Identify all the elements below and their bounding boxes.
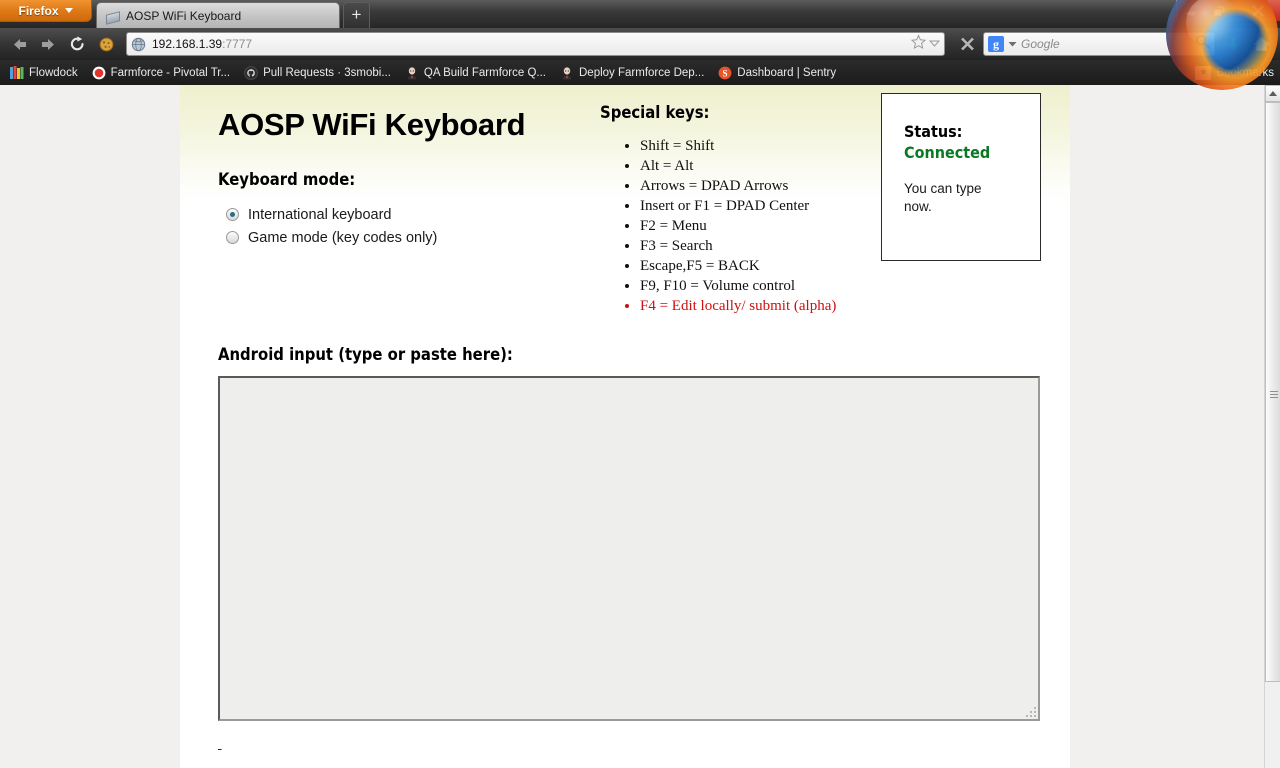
jenkins-icon	[560, 66, 574, 80]
android-input-wrapper	[218, 376, 1040, 721]
footer-links	[218, 735, 1040, 751]
status-badge: Connected	[904, 142, 1040, 164]
title-bar: Firefox AOSP WiFi Keyboard +	[0, 0, 1280, 28]
url-bar[interactable]: 192.168.1.39:7777	[126, 32, 945, 56]
star-icon[interactable]	[910, 34, 927, 55]
jenkins-icon	[405, 66, 419, 80]
search-icon[interactable]	[1195, 34, 1210, 54]
bookmark-item[interactable]: Farmforce - Pivotal Tr...	[86, 64, 237, 82]
minimize-button[interactable]	[1176, 0, 1205, 21]
bookmarks-toolbar: Flowdock Farmforce - Pivotal Tr... Pull …	[0, 60, 1280, 85]
scroll-up-button[interactable]	[1265, 85, 1280, 102]
status-label: Status:	[904, 122, 1040, 142]
list-item: Insert or F1 = DPAD Center	[640, 196, 920, 216]
bookmark-item[interactable]: Flowdock	[4, 64, 84, 82]
bookmark-item[interactable]: Pull Requests · 3smobi...	[238, 64, 397, 82]
page-content: AOSP WiFi Keyboard Keyboard mode: Intern…	[180, 85, 1070, 768]
back-arrow-icon[interactable]	[6, 31, 32, 57]
bookmark-item[interactable]: Deploy Farmforce Dep...	[554, 64, 710, 82]
star-icon: ★	[1195, 66, 1211, 80]
google-icon: g	[988, 36, 1004, 52]
page-title: AOSP WiFi Keyboard	[218, 107, 525, 143]
bookmarks-menu-button[interactable]: ★ Bookmarks	[1195, 66, 1276, 80]
list-item: F9, F10 = Volume control	[640, 276, 920, 296]
flowdock-icon	[10, 66, 24, 80]
list-item: Arrows = DPAD Arrows	[640, 176, 920, 196]
url-port: :7777	[222, 37, 252, 51]
toolbar-tail	[1218, 31, 1274, 57]
special-keys-list: Shift = Shift Alt = Alt Arrows = DPAD Ar…	[640, 136, 920, 316]
url-host: 192.168.1.39	[152, 37, 222, 51]
special-keys-section: Special keys: Shift = Shift Alt = Alt Ar…	[600, 103, 920, 316]
new-tab-button[interactable]: +	[343, 2, 370, 28]
chevron-down-icon[interactable]	[1008, 35, 1017, 53]
firefox-menu-button[interactable]: Firefox	[0, 0, 92, 22]
chevron-down-icon[interactable]	[929, 35, 940, 53]
chevron-up-icon	[1269, 91, 1277, 96]
bookmarks-menu-label: Bookmarks	[1216, 67, 1274, 79]
list-item: Alt = Alt	[640, 156, 920, 176]
footer-link[interactable]	[218, 737, 222, 751]
home-icon[interactable]	[1248, 31, 1274, 57]
android-input-textarea[interactable]	[218, 376, 1040, 721]
list-item: F2 = Menu	[640, 216, 920, 236]
list-item: Shift = Shift	[640, 136, 920, 156]
close-button[interactable]	[1234, 0, 1280, 21]
download-arrow-icon[interactable]	[1220, 31, 1246, 57]
url-bar-actions	[910, 34, 940, 55]
radio-game-mode[interactable]: Game mode (key codes only)	[226, 226, 437, 249]
bookmark-item[interactable]: S Dashboard | Sentry	[712, 64, 842, 82]
page-viewport: AOSP WiFi Keyboard Keyboard mode: Intern…	[0, 85, 1280, 768]
navigation-toolbar: 192.168.1.39:7777 g Google	[0, 28, 1280, 60]
special-keys-heading: Special keys:	[600, 103, 920, 122]
restore-button[interactable]	[1205, 0, 1234, 21]
globe-icon	[131, 37, 146, 52]
scrollbar-thumb[interactable]	[1265, 102, 1280, 682]
search-input[interactable]: Google	[1021, 37, 1191, 51]
svg-text:S: S	[723, 68, 728, 78]
forward-arrow-icon[interactable]	[35, 31, 61, 57]
list-item: Escape,F5 = BACK	[640, 256, 920, 276]
android-input-label: Android input (type or paste here):	[218, 345, 513, 364]
url-text: 192.168.1.39:7777	[152, 37, 252, 51]
bookmark-label: QA Build Farmforce Q...	[424, 67, 546, 79]
list-item: F3 = Search	[640, 236, 920, 256]
pivotal-tracker-icon	[92, 66, 106, 80]
keyboard-mode-options: International keyboard Game mode (key co…	[226, 203, 437, 249]
vertical-scrollbar[interactable]	[1264, 85, 1280, 768]
browser-window: Firefox AOSP WiFi Keyboard +	[0, 0, 1280, 768]
bookmark-label: Farmforce - Pivotal Tr...	[111, 67, 231, 79]
radio-button-icon[interactable]	[226, 231, 239, 244]
radio-international-keyboard[interactable]: International keyboard	[226, 203, 437, 226]
github-icon	[244, 66, 258, 80]
stop-icon[interactable]	[954, 31, 980, 57]
bookmark-label: Pull Requests · 3smobi...	[263, 67, 391, 79]
cookie-icon[interactable]	[93, 31, 119, 57]
bookmark-item[interactable]: QA Build Farmforce Q...	[399, 64, 552, 82]
scrollbar-grip-icon	[1270, 391, 1278, 400]
bookmark-label: Dashboard | Sentry	[737, 67, 836, 79]
sentry-icon: S	[718, 66, 732, 80]
tab-title: AOSP WiFi Keyboard	[126, 9, 241, 23]
chevron-down-icon	[65, 8, 73, 13]
bookmark-label: Deploy Farmforce Dep...	[579, 67, 704, 79]
firefox-menu-label: Firefox	[18, 4, 58, 18]
bookmark-label: Flowdock	[29, 67, 78, 79]
reload-icon[interactable]	[64, 31, 90, 57]
radio-button-icon[interactable]	[226, 208, 239, 221]
keyboard-mode-heading: Keyboard mode:	[218, 170, 355, 189]
search-bar[interactable]: g Google	[983, 32, 1215, 56]
window-controls	[1176, 0, 1280, 21]
status-box: Status: Connected You can type now.	[881, 93, 1041, 261]
radio-label: Game mode (key codes only)	[248, 230, 437, 246]
browser-tab[interactable]: AOSP WiFi Keyboard	[96, 2, 340, 28]
radio-label: International keyboard	[248, 207, 392, 223]
list-item-highlighted: F4 = Edit locally/ submit (alpha)	[640, 296, 920, 316]
status-note: You can type now.	[904, 180, 999, 216]
package-icon	[105, 9, 119, 23]
